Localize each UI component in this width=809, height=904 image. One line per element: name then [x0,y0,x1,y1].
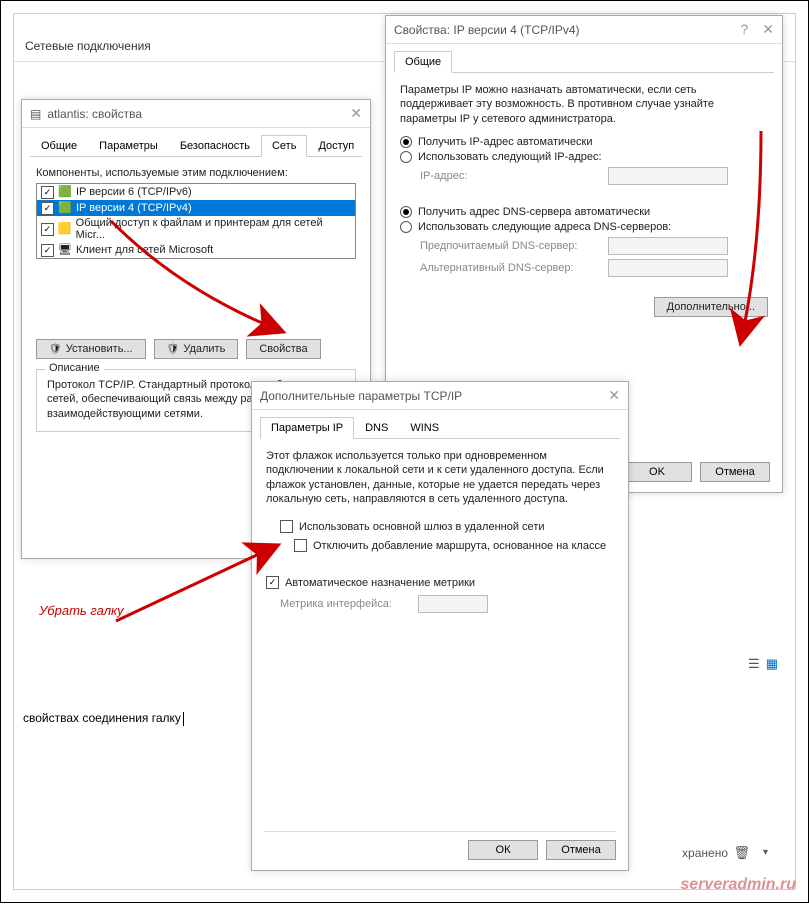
radio-auto-ip[interactable] [400,136,412,148]
list-item-label: Общий доступ к файлам и принтерам для се… [76,217,351,241]
advanced-tcpip-window: Дополнительные параметры TCP/IP ✕ Параме… [251,381,629,871]
advanced-button[interactable]: Дополнительно... [654,297,768,317]
route-class-checkbox[interactable] [294,539,307,552]
dns2-input [608,259,728,277]
list-item-ipv4[interactable]: 🟩 IP версии 4 (TCP/IPv4) [37,200,355,216]
close-icon[interactable]: ✕ [608,387,620,404]
tab-general[interactable]: Общие [30,135,88,157]
ok-button[interactable]: ОК [468,840,538,860]
win1-tabs: Общие Параметры Безопасность Сеть Доступ [30,134,362,157]
status-saved: хранено [682,846,728,860]
app-icon: ▤ [30,107,41,121]
radio-label: Использовать следующий IP-адрес: [418,151,602,163]
view-mode-icons: ☰ ▦ [748,656,778,672]
tab-wins[interactable]: WINS [399,417,450,439]
tab-params[interactable]: Параметры [88,135,169,157]
dropdown-icon[interactable]: ▾ [763,847,768,858]
tab-general[interactable]: Общие [394,51,452,73]
checkbox[interactable] [41,223,54,236]
radio-manual-dns[interactable] [400,221,412,233]
grid-view-icon[interactable]: ▦ [766,656,778,672]
properties-button[interactable]: Свойства [246,339,320,359]
win1-titlebar: ▤ atlantis: свойства ✕ [22,100,370,128]
radio-label: Использовать следующие адреса DNS-сервер… [418,221,671,233]
win2-tabs: Общие [394,50,774,73]
cancel-button[interactable]: Отмена [546,840,616,860]
gateway-checkbox[interactable] [280,520,293,533]
components-label: Компоненты, используемые этим подключени… [36,167,356,179]
list-item-label: IP версии 6 (TCP/IPv6) [76,186,192,198]
list-item-ipv6[interactable]: 🟩 IP версии 6 (TCP/IPv6) [37,184,355,200]
close-icon[interactable]: ✕ [350,105,362,122]
cancel-button[interactable]: Отмена [700,462,770,482]
close-icon[interactable]: ✕ [762,21,774,38]
win3-titlebar: Дополнительные параметры TCP/IP ✕ [252,382,628,410]
ip-label: IP-адрес: [420,170,600,182]
dns1-input [608,237,728,255]
annotation-remove-check: Убрать галку [39,603,124,618]
help-icon[interactable]: ? [740,21,748,38]
watermark: serveradmin.ru [680,876,796,894]
win3-title: Дополнительные параметры TCP/IP [260,389,608,403]
protocol-icon: 🟩 [58,201,72,215]
radio-label: Получить адрес DNS-сервера автоматически [418,206,650,218]
intro-text: Этот флажок используется только при одно… [266,449,614,506]
share-icon: 🟨 [58,222,72,236]
metric-label: Метрика интерфейса: [280,598,410,610]
tab-ip-params[interactable]: Параметры IP [260,417,354,439]
editor-text[interactable]: свойствах соединения галку [23,711,184,726]
dns1-label: Предпочитаемый DNS-сервер: [420,240,600,252]
radio-label: Получить IP-адрес автоматически [418,136,592,148]
tab-dns[interactable]: DNS [354,417,399,439]
tab-security[interactable]: Безопасность [169,135,261,157]
ok-button[interactable]: OK [622,462,692,482]
list-item-label: Клиент для сетей Microsoft [76,244,213,256]
list-item-label: IP версии 4 (TCP/IPv4) [76,202,192,214]
dns2-label: Альтернативный DNS-сервер: [420,262,600,274]
bg-window-title: Сетевые подключения [25,39,151,53]
checkbox-label: Использовать основной шлюз в удаленной с… [299,521,545,533]
intro-text: Параметры IP можно назначать автоматичес… [400,83,768,126]
checkbox-label: Отключить добавление маршрута, основанно… [313,540,606,552]
protocol-icon: 🟩 [58,185,72,199]
checkbox[interactable] [41,202,54,215]
win1-title: atlantis: свойства [47,107,350,121]
win2-titlebar: Свойства: IP версии 4 (TCP/IPv4) ? ✕ [386,16,782,44]
list-view-icon[interactable]: ☰ [748,656,760,672]
remove-button[interactable]: Удалить [154,339,239,359]
checkbox[interactable] [41,186,54,199]
trash-icon[interactable]: 🗑 [733,845,750,861]
client-icon: 🖥 [58,243,72,257]
win2-title: Свойства: IP версии 4 (TCP/IPv4) [394,23,740,37]
list-item-msclient[interactable]: 🖥 Клиент для сетей Microsoft [37,242,355,258]
description-title: Описание [45,362,104,374]
radio-auto-dns[interactable] [400,206,412,218]
ip-input [608,167,728,185]
radio-manual-ip[interactable] [400,151,412,163]
components-list[interactable]: 🟩 IP версии 6 (TCP/IPv6) 🟩 IP версии 4 (… [36,183,356,259]
metric-input [418,595,488,613]
install-button[interactable]: Установить... [36,339,146,359]
checkbox[interactable] [41,244,54,257]
checkbox-label: Автоматическое назначение метрики [285,577,475,589]
tab-access[interactable]: Доступ [307,135,365,157]
list-item-fileshare[interactable]: 🟨 Общий доступ к файлам и принтерам для … [37,216,355,242]
auto-metric-checkbox[interactable] [266,576,279,589]
tab-network[interactable]: Сеть [261,135,307,157]
win3-tabs: Параметры IP DNS WINS [260,416,620,439]
